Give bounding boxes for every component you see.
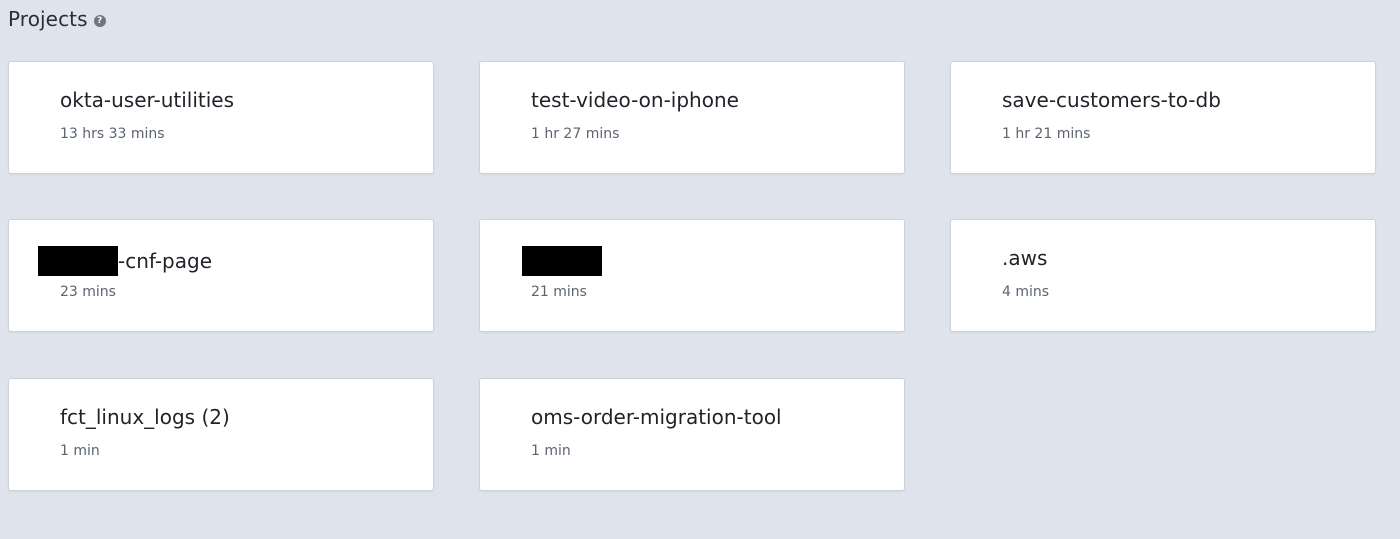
- project-name: test-video-on-iphone: [531, 88, 739, 112]
- project-name: oms-order-migration-tool: [531, 405, 782, 429]
- page-title: Projects: [8, 7, 88, 31]
- project-card[interactable]: .aws 4 mins: [950, 219, 1376, 332]
- project-duration: 4 mins: [1002, 284, 1050, 300]
- project-duration: 23 mins: [60, 284, 116, 300]
- project-card[interactable]: okta-user-utilities 13 hrs 33 mins: [8, 61, 434, 174]
- project-duration: 1 hr 27 mins: [531, 126, 620, 142]
- project-card[interactable]: fct_linux_logs (2) 1 min: [8, 378, 434, 491]
- project-card[interactable]: -cnf-page 23 mins: [8, 219, 434, 332]
- project-duration: 1 min: [60, 443, 100, 459]
- project-duration: 13 hrs 33 mins: [60, 126, 165, 142]
- project-card[interactable]: save-customers-to-db 1 hr 21 mins: [950, 61, 1376, 174]
- project-duration: 1 hr 21 mins: [1002, 126, 1091, 142]
- project-name-suffix: -cnf-page: [118, 249, 213, 273]
- redaction-block: [522, 246, 602, 276]
- project-card[interactable]: oms-order-migration-tool 1 min: [479, 378, 905, 491]
- project-duration: 21 mins: [531, 284, 587, 300]
- project-name: -cnf-page: [38, 246, 213, 276]
- project-name: okta-user-utilities: [60, 88, 235, 112]
- help-icon[interactable]: ?: [93, 15, 106, 27]
- project-name: fct_linux_logs (2): [60, 405, 230, 429]
- project-card[interactable]: test-video-on-iphone 1 hr 27 mins: [479, 61, 905, 174]
- page-header: Projects ?: [8, 7, 106, 31]
- project-card[interactable]: 21 mins: [479, 219, 905, 332]
- project-duration: 1 min: [531, 443, 571, 459]
- project-name: [522, 246, 602, 276]
- project-name: .aws: [1002, 246, 1048, 270]
- project-name: save-customers-to-db: [1002, 88, 1221, 112]
- redaction-block: [38, 246, 118, 276]
